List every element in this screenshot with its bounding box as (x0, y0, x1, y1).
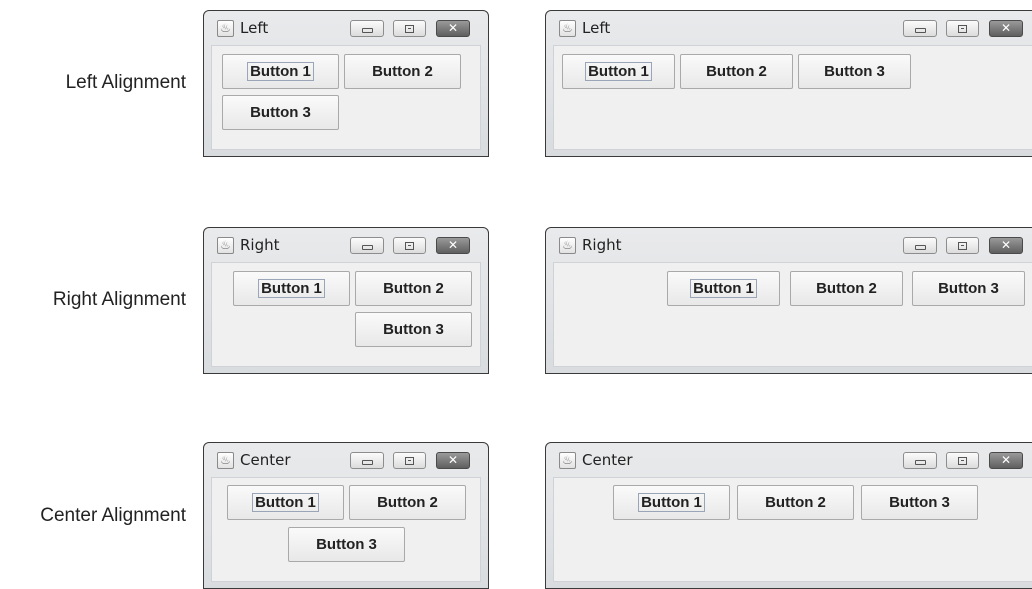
minimize-button[interactable] (903, 20, 937, 37)
button-1[interactable]: Button 1 (613, 485, 730, 520)
window-center-large: ♨ Center ✕ Button 1 Button 2 Button 3 (545, 442, 1032, 589)
button-1[interactable]: Button 1 (227, 485, 344, 520)
window-right-large: ♨ Right ✕ Button 1 Button 2 Button 3 (545, 227, 1032, 374)
maximize-button[interactable] (946, 20, 979, 37)
maximize-button[interactable] (946, 237, 979, 254)
minimize-button[interactable] (350, 452, 384, 469)
button-1[interactable]: Button 1 (222, 54, 339, 89)
content-pane: Button 1 Button 2 Button 3 (553, 45, 1032, 150)
button-3[interactable]: Button 3 (288, 527, 405, 562)
button-3[interactable]: Button 3 (912, 271, 1025, 306)
button-2[interactable]: Button 2 (737, 485, 854, 520)
java-cup-icon[interactable]: ♨ (559, 237, 576, 254)
window-title: Right (582, 236, 622, 254)
minimize-button[interactable] (903, 237, 937, 254)
row-label-center-alignment: Center Alignment (40, 505, 186, 526)
content-pane: Button 1 Button 2 Button 3 (553, 262, 1032, 367)
close-button[interactable]: ✕ (989, 237, 1023, 254)
row-label-left-alignment: Left Alignment (65, 72, 186, 93)
window-title: Right (240, 236, 280, 254)
minimize-icon (361, 28, 373, 33)
button-2[interactable]: Button 2 (790, 271, 903, 306)
maximize-icon (958, 456, 967, 465)
button-1[interactable]: Button 1 (233, 271, 350, 306)
title-bar[interactable]: ♨ Center ✕ (546, 443, 1032, 477)
maximize-icon (958, 241, 967, 250)
maximize-icon (405, 24, 414, 33)
button-3[interactable]: Button 3 (798, 54, 911, 89)
window-right-small: ♨ Right ✕ Button 1 Button 2 Button 3 (203, 227, 489, 374)
button-2[interactable]: Button 2 (349, 485, 466, 520)
button-3[interactable]: Button 3 (355, 312, 472, 347)
content-pane: Button 1 Button 2 Button 3 (553, 477, 1032, 582)
minimize-button[interactable] (903, 452, 937, 469)
button-1[interactable]: Button 1 (562, 54, 675, 89)
close-icon: ✕ (1000, 453, 1012, 467)
content-pane: Button 1 Button 2 Button 3 (211, 477, 481, 582)
close-icon: ✕ (1000, 21, 1012, 35)
row-label-right-alignment: Right Alignment (52, 289, 186, 310)
maximize-button[interactable] (393, 237, 426, 254)
java-cup-icon[interactable]: ♨ (559, 20, 576, 37)
button-1[interactable]: Button 1 (667, 271, 780, 306)
title-bar[interactable]: ♨ Right ✕ (546, 228, 1032, 262)
minimize-icon (914, 460, 926, 465)
window-center-small: ♨ Center ✕ Button 1 Button 2 Button 3 (203, 442, 489, 589)
content-pane: Button 1 Button 2 Button 3 (211, 45, 481, 150)
maximize-button[interactable] (946, 452, 979, 469)
minimize-button[interactable] (350, 20, 384, 37)
button-2[interactable]: Button 2 (355, 271, 472, 306)
window-title: Left (240, 19, 269, 37)
window-left-small: ♨ Left ✕ Button 1 Button 2 Button 3 (203, 10, 489, 157)
close-button[interactable]: ✕ (989, 20, 1023, 37)
window-title: Left (582, 19, 611, 37)
content-pane: Button 1 Button 2 Button 3 (211, 262, 481, 367)
button-2[interactable]: Button 2 (344, 54, 461, 89)
java-cup-icon[interactable]: ♨ (217, 20, 234, 37)
title-bar[interactable]: ♨ Right ✕ (204, 228, 488, 262)
minimize-icon (914, 245, 926, 250)
java-cup-icon[interactable]: ♨ (217, 237, 234, 254)
close-icon: ✕ (1000, 238, 1012, 252)
close-button[interactable]: ✕ (436, 237, 470, 254)
minimize-icon (914, 28, 926, 33)
close-button[interactable]: ✕ (436, 20, 470, 37)
button-3[interactable]: Button 3 (861, 485, 978, 520)
window-title: Center (582, 451, 633, 469)
minimize-button[interactable] (350, 237, 384, 254)
window-left-large: ♨ Left ✕ Button 1 Button 2 Button 3 (545, 10, 1032, 157)
maximize-button[interactable] (393, 20, 426, 37)
maximize-icon (405, 241, 414, 250)
close-icon: ✕ (447, 21, 459, 35)
minimize-icon (361, 245, 373, 250)
title-bar[interactable]: ♨ Left ✕ (546, 11, 1032, 45)
window-title: Center (240, 451, 291, 469)
button-3[interactable]: Button 3 (222, 95, 339, 130)
close-button[interactable]: ✕ (436, 452, 470, 469)
maximize-icon (958, 24, 967, 33)
maximize-button[interactable] (393, 452, 426, 469)
java-cup-icon[interactable]: ♨ (217, 452, 234, 469)
java-cup-icon[interactable]: ♨ (559, 452, 576, 469)
title-bar[interactable]: ♨ Center ✕ (204, 443, 488, 477)
maximize-icon (405, 456, 414, 465)
close-icon: ✕ (447, 453, 459, 467)
close-icon: ✕ (447, 238, 459, 252)
close-button[interactable]: ✕ (989, 452, 1023, 469)
button-2[interactable]: Button 2 (680, 54, 793, 89)
title-bar[interactable]: ♨ Left ✕ (204, 11, 488, 45)
minimize-icon (361, 460, 373, 465)
